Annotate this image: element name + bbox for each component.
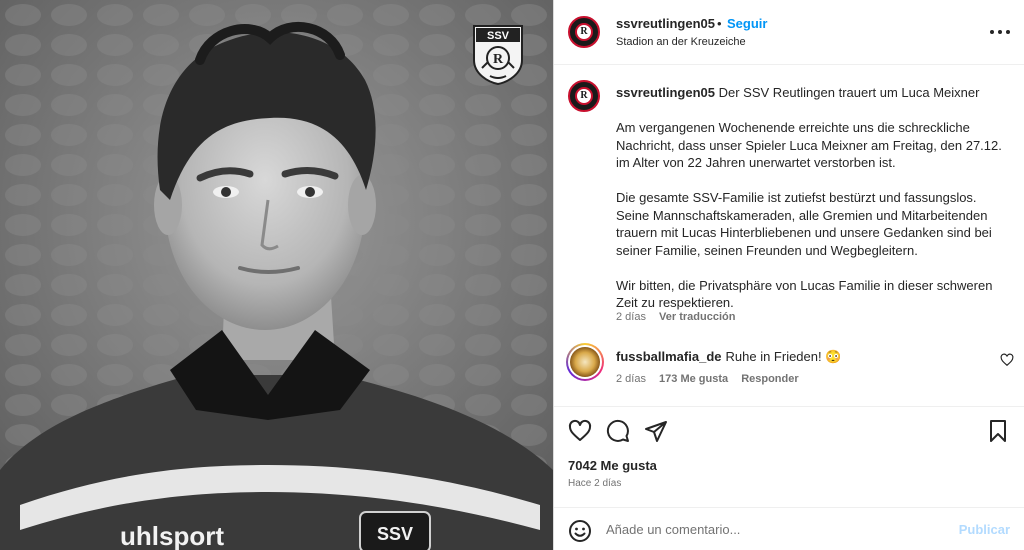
heart-icon[interactable] [568,419,592,443]
comment-text: fussballmafia_de Ruhe in Frieden! 😳 [616,349,841,365]
comment-input[interactable] [606,516,946,542]
more-options-icon[interactable] [990,22,1010,42]
instagram-post-view: uhlsport SSV SSV R R ssvreutlingen05 • S… [0,0,1024,550]
follow-separator: • [717,16,722,31]
emoji-icon[interactable] [568,519,592,543]
comment-meta: 2 días 173 Me gusta Responder [616,373,809,385]
crest-text: SSV [487,30,510,42]
shirt-brand-text: uhlsport [120,521,224,550]
shirt-badge-text: SSV [377,524,413,544]
bookmark-icon[interactable] [986,419,1010,443]
comment-username[interactable]: fussballmafia_de [616,349,722,364]
comment-heart-icon[interactable] [1000,353,1014,367]
caption-meta: 2 días Ver traducción [616,311,745,323]
publish-button[interactable]: Publicar [959,522,1010,537]
author-avatar[interactable]: R [568,16,600,48]
club-crest-logo: SSV R [473,25,523,86]
avatar-letter: R [580,26,588,37]
see-translation-link[interactable]: Ver traducción [659,311,735,323]
comment-time[interactable]: 2 días [616,373,646,385]
reply-button[interactable]: Responder [741,373,798,385]
caption-text: ssvreutlingen05 Der SSV Reutlingen traue… [616,84,1008,329]
actions-divider [554,406,1024,407]
add-comment-bar: Publicar [554,507,1024,550]
post-location[interactable]: Stadion an der Kreuzeiche [616,36,746,48]
share-icon[interactable] [644,419,668,443]
author-username[interactable]: ssvreutlingen05 [616,16,715,31]
post-caption: R ssvreutlingen05 Der SSV Reutlingen tra… [554,66,1024,340]
caption-paragraph-3: Wir bitten, die Privatsphäre von Lucas F… [616,277,993,311]
post-header: R ssvreutlingen05 • Seguir Stadion an de… [554,0,1024,65]
caption-headline: Der SSV Reutlingen trauert um Luca Meixn… [718,85,980,100]
commenter-avatar[interactable] [566,343,604,381]
comment-body: Ruhe in Frieden! 😳 [725,349,842,364]
avatar-letter: R [580,90,588,101]
caption-paragraph-1: Am vergangenen Wochenende erreichte uns … [616,120,1002,170]
post-timestamp: Hace 2 días [568,478,622,489]
comment-likes[interactable]: 173 Me gusta [659,373,728,385]
crest-letter: R [493,52,504,67]
follow-button[interactable]: Seguir [727,16,767,31]
post-actions-bar [554,415,1024,447]
caption-paragraph-2: Die gesamte SSV-Familie ist zutiefst bes… [616,190,992,258]
caption-username[interactable]: ssvreutlingen05 [616,85,715,100]
comment-item: fussballmafia_de Ruhe in Frieden! 😳 2 día… [554,340,1024,406]
caption-author-avatar[interactable]: R [568,80,600,112]
post-photo[interactable]: uhlsport SSV SSV R [0,0,553,550]
comment-icon[interactable] [606,419,630,443]
caption-time[interactable]: 2 días [616,311,646,323]
post-side-panel: R ssvreutlingen05 • Seguir Stadion an de… [553,0,1024,550]
post-like-count[interactable]: 7042 Me gusta [568,458,657,473]
